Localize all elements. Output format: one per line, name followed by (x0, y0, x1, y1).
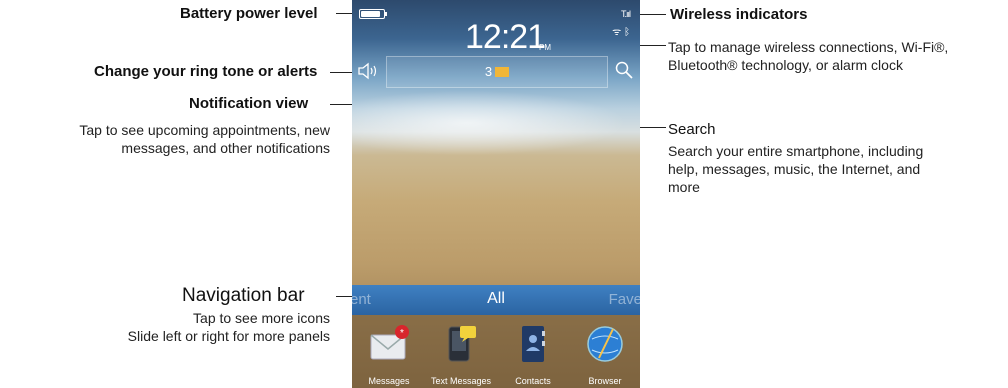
phone-home-screen: 12:21 PM T.ııl ᯤ ᛒ 3 ent All Fave * Mess… (352, 0, 640, 388)
app-label-contacts: Contacts (515, 376, 551, 386)
app-contacts[interactable]: Contacts (498, 323, 568, 386)
callout-wireless-title: Wireless indicators (670, 6, 808, 23)
globe-icon (587, 326, 623, 362)
callout-navigation-title: Navigation bar (182, 285, 305, 306)
app-text-messages[interactable]: Text Messages (426, 323, 496, 386)
beach-wallpaper (352, 88, 640, 158)
callout-notification-line2: messages, and other notifications (121, 140, 330, 156)
nav-panel-all[interactable]: All (352, 290, 640, 308)
phone-chat-icon (448, 326, 476, 362)
wifi-bluetooth-icon[interactable]: ᯤ ᛒ (612, 24, 630, 38)
app-label-messages: Messages (368, 376, 410, 386)
callout-search-line2: help, messages, music, the Internet, and (668, 161, 921, 177)
callout-battery-title: Battery power level (180, 5, 318, 22)
app-browser[interactable]: Browser (570, 323, 640, 386)
navigation-bar[interactable]: ent All Fave (352, 285, 640, 315)
leader-line-wireless-h (640, 14, 666, 15)
app-tray: * Messages Text Messages Contacts Browse… (352, 315, 640, 388)
callout-ring-title: Change your ring tone or alerts (94, 63, 318, 80)
callout-wireless-line2: Bluetooth® technology, or alarm clock (668, 57, 903, 73)
search-icon[interactable] (614, 60, 634, 80)
battery-icon[interactable] (359, 9, 387, 19)
contacts-book-icon (522, 326, 545, 362)
clock-time[interactable]: 12:21 (465, 18, 546, 57)
clock-ampm: PM (539, 43, 551, 52)
svg-text:*: * (400, 328, 404, 339)
notification-count-number: 3 (484, 64, 493, 79)
callout-search-line1: Search your entire smartphone, including (668, 143, 924, 159)
nav-panel-next[interactable]: Fave (609, 291, 640, 308)
app-label-browser: Browser (588, 376, 622, 386)
envelope-icon: * (370, 325, 409, 360)
app-label-text-messages: Text Messages (430, 376, 492, 386)
callout-search-title: Search (668, 121, 716, 138)
callout-navigation-line2: Slide left or right for more panels (127, 328, 330, 344)
callout-navigation-line1: Tap to see more icons (193, 310, 330, 326)
battery-level (361, 11, 381, 17)
signal-strength-icon[interactable]: T.ııl (621, 9, 631, 19)
speaker-icon[interactable] (357, 61, 379, 81)
callout-search-line3: more (668, 179, 700, 195)
callout-notification-line1: Tap to see upcoming appointments, new (79, 122, 330, 138)
callout-notification-title: Notification view (189, 95, 309, 112)
new-mail-icon (495, 67, 510, 77)
callout-wireless-line1: Tap to manage wireless connections, Wi-F… (668, 39, 949, 55)
app-messages[interactable]: * Messages (354, 323, 424, 386)
notification-view-bar[interactable]: 3 (386, 56, 608, 88)
notification-count: 3 (387, 64, 607, 79)
